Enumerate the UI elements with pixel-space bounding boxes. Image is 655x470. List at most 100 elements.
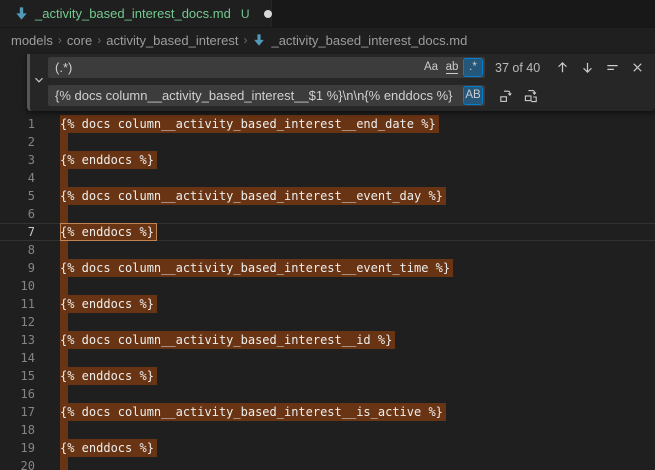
line-code: {% enddocs %} [60,223,157,241]
find-match-highlight: {% enddocs %} [60,151,157,169]
line-code [60,421,68,439]
modified-indicator-dot[interactable] [264,10,272,18]
find-match-empty-line [60,349,68,367]
editor-line[interactable]: 8 [0,241,655,259]
find-match-empty-line [60,457,68,470]
line-number: 6 [0,205,35,223]
find-in-selection-button[interactable] [602,57,623,78]
find-match-highlight: {% docs column__activity_based_interest_… [60,259,453,277]
tab-active-file[interactable]: _activity_based_interest_docs.md U [0,0,272,27]
line-number: 9 [0,259,35,277]
line-code: {% enddocs %} [60,367,157,385]
editor-line[interactable]: 19 {% enddocs %} [0,439,655,457]
find-match-empty-line [60,385,68,403]
git-status-badge: U [241,7,250,21]
line-code [60,313,68,331]
find-match-empty-line [60,421,68,439]
editor-line[interactable]: 7 {% enddocs %} [0,223,655,241]
replace-input[interactable]: {% docs column__activity_based_interest_… [48,85,485,106]
find-match-highlight: {% docs column__activity_based_interest_… [60,331,395,349]
line-number: 8 [0,241,35,259]
line-code [60,349,68,367]
chevron-down-icon [32,73,46,92]
editor-line[interactable]: 17 {% docs column__activity_based_intere… [0,403,655,421]
line-code: {% docs column__activity_based_interest_… [60,403,446,421]
line-number: 12 [0,313,35,331]
find-match-empty-line [60,205,68,223]
line-code: {% enddocs %} [60,439,157,457]
close-icon[interactable] [627,57,648,78]
line-number: 10 [0,277,35,295]
whole-word-button[interactable]: ab [442,58,462,77]
editor: (.*) Aa ab .* 37 of 40 [0,52,655,470]
breadcrumb-separator: › [97,33,101,47]
breadcrumb-separator: › [243,33,247,47]
line-code [60,205,68,223]
find-match-highlight: {% enddocs %} [60,223,157,241]
breadcrumb-item-file[interactable]: _activity_based_interest_docs.md [271,33,467,48]
match-count: 37 of 40 [495,61,540,75]
line-number: 15 [0,367,35,385]
next-match-button[interactable] [577,57,598,78]
find-match-empty-line [60,169,68,187]
find-match-highlight: {% enddocs %} [60,295,157,313]
find-match-empty-line [60,277,68,295]
line-number: 18 [0,421,35,439]
preserve-case-button[interactable]: AB [463,86,483,105]
breadcrumb-item-folder[interactable]: activity_based_interest [106,33,238,48]
editor-line[interactable]: 10 [0,277,655,295]
editor-line[interactable]: 6 [0,205,655,223]
find-match-highlight: {% docs column__activity_based_interest_… [60,115,439,133]
replace-value: {% docs column__activity_based_interest_… [55,88,462,103]
breadcrumb: models › core › activity_based_interest … [0,28,655,52]
find-match-highlight: {% docs column__activity_based_interest_… [60,403,446,421]
breadcrumb-item-core[interactable]: core [67,33,92,48]
line-code: {% docs column__activity_based_interest_… [60,331,395,349]
editor-line[interactable]: 18 [0,421,655,439]
line-code [60,169,68,187]
editor-line[interactable]: 15 {% enddocs %} [0,367,655,385]
match-case-button[interactable]: Aa [421,58,441,77]
line-number: 14 [0,349,35,367]
editor-line[interactable]: 11 {% enddocs %} [0,295,655,313]
breadcrumb-item-models[interactable]: models [11,33,53,48]
line-number: 19 [0,439,35,457]
editor-line[interactable]: 1 {% docs column__activity_based_interes… [0,115,655,133]
editor-lines: 1 {% docs column__activity_based_interes… [0,115,655,470]
find-match-empty-line [60,313,68,331]
editor-line[interactable]: 13 {% docs column__activity_based_intere… [0,331,655,349]
line-number: 5 [0,187,35,205]
tab-bar: _activity_based_interest_docs.md U [0,0,655,28]
line-code [60,457,68,470]
editor-line[interactable]: 3 {% enddocs %} [0,151,655,169]
line-number: 20 [0,457,35,470]
replace-button[interactable] [495,85,516,106]
previous-match-button[interactable] [552,57,573,78]
editor-line[interactable]: 5 {% docs column__activity_based_interes… [0,187,655,205]
find-match-empty-line [60,241,68,259]
line-number: 11 [0,295,35,313]
editor-line[interactable]: 2 [0,133,655,151]
markdown-file-icon [252,33,266,47]
editor-line[interactable]: 9 {% docs column__activity_based_interes… [0,259,655,277]
find-replace-widget: (.*) Aa ab .* 37 of 40 [27,54,655,111]
editor-line[interactable]: 12 [0,313,655,331]
line-number: 13 [0,331,35,349]
search-input[interactable]: (.*) Aa ab .* [48,57,485,78]
editor-line[interactable]: 16 [0,385,655,403]
editor-line[interactable]: 20 [0,457,655,470]
toggle-replace-button[interactable] [30,54,48,111]
line-number: 3 [0,151,35,169]
regex-button[interactable]: .* [463,58,483,77]
line-code [60,241,68,259]
search-value: (.*) [55,60,420,75]
line-number: 17 [0,403,35,421]
line-code [60,385,68,403]
editor-line[interactable]: 14 [0,349,655,367]
editor-line[interactable]: 4 [0,169,655,187]
line-code: {% enddocs %} [60,151,157,169]
markdown-file-icon [14,6,29,21]
line-number: 4 [0,169,35,187]
line-code [60,133,68,151]
replace-all-button[interactable] [520,85,541,106]
